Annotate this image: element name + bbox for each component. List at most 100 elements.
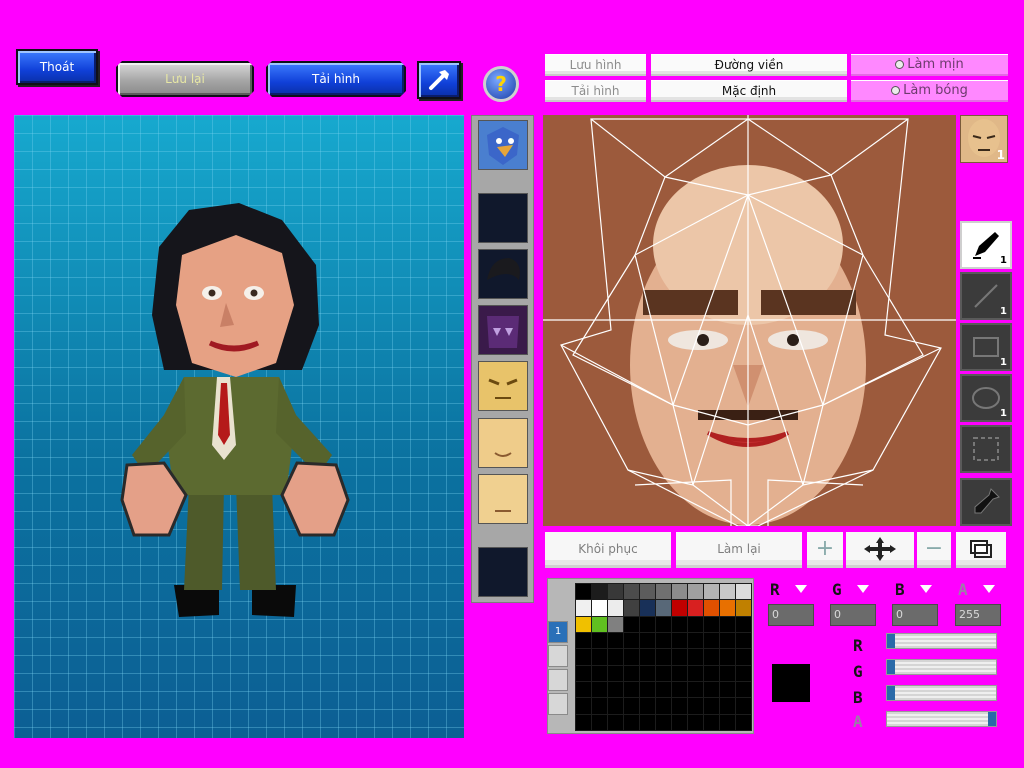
palette-swatch[interactable] [671,664,688,683]
palette-swatch[interactable] [735,697,752,715]
rect-tool[interactable]: 1 [960,323,1012,371]
palette-tab-1[interactable]: 1 [548,621,568,643]
palette-swatch[interactable] [639,713,656,732]
texture-editor-canvas[interactable] [543,115,956,526]
palette-swatch[interactable] [655,713,672,732]
palette-swatch[interactable] [687,599,704,617]
a-value-field[interactable]: 255 [955,604,1001,626]
palette-swatch[interactable] [687,648,704,666]
palette-swatch[interactable] [671,697,688,715]
g-value-field[interactable]: 0 [830,604,876,626]
thumb-face-1[interactable] [478,361,528,411]
palette-swatch[interactable] [607,582,624,601]
load-button[interactable]: Tải hình [266,61,406,97]
palette-swatch[interactable] [575,664,592,683]
palette-swatch[interactable] [623,599,640,617]
palette-swatch[interactable] [735,615,752,634]
thumb-hair[interactable] [478,249,528,299]
palette-swatch[interactable] [687,680,704,699]
palette-swatch[interactable] [639,664,656,683]
palette-swatch[interactable] [591,680,608,699]
part-badge[interactable]: 1 [960,115,1008,163]
palette-swatch[interactable] [671,648,688,666]
palette-swatch[interactable] [591,631,608,650]
palette-swatch[interactable] [639,631,656,650]
palette-swatch[interactable] [687,713,704,732]
r-slider[interactable] [886,633,997,649]
restore-button[interactable]: Khôi phục [545,532,671,568]
palette-swatch[interactable] [719,582,736,601]
smooth-toggle[interactable]: Làm mịn [851,54,1008,76]
palette-swatch[interactable] [735,631,752,650]
palette-swatch[interactable] [623,615,640,634]
palette-swatch[interactable] [703,599,720,617]
palette-swatch[interactable] [623,713,640,732]
palette-swatch[interactable] [623,697,640,715]
hammer-button[interactable] [417,61,461,99]
palette-swatch[interactable] [671,599,688,617]
palette-swatch[interactable] [671,615,688,634]
palette-swatch[interactable] [607,648,624,666]
palette-swatch[interactable] [703,582,720,601]
thumb-empty-1[interactable] [478,193,528,243]
select-tool[interactable] [960,425,1012,473]
palette-swatch[interactable] [575,680,592,699]
palette-swatch[interactable] [607,697,624,715]
palette-swatch[interactable] [575,615,592,634]
palette-swatch[interactable] [687,615,704,634]
palette-swatch[interactable] [671,631,688,650]
palette-swatch[interactable] [575,713,592,732]
palette-swatch[interactable] [719,664,736,683]
palette-swatch[interactable] [655,631,672,650]
palette-swatch[interactable] [719,713,736,732]
palette-swatch[interactable] [703,664,720,683]
exit-button[interactable]: Thoát [16,49,98,85]
palette-swatch[interactable] [623,680,640,699]
line-tool[interactable]: 1 [960,272,1012,320]
palette-swatch[interactable] [575,582,592,601]
palette-swatch[interactable] [703,713,720,732]
palette-swatch[interactable] [671,582,688,601]
palette-swatch[interactable] [591,582,608,601]
thumb-mask[interactable] [478,305,528,355]
palette-swatch[interactable] [591,664,608,683]
palette-swatch[interactable] [655,697,672,715]
palette-swatch[interactable] [575,697,592,715]
palette-swatch[interactable] [607,713,624,732]
layer-button[interactable] [956,532,1006,568]
palette-swatch[interactable] [607,615,624,634]
g-slider-knob[interactable] [887,660,895,674]
r-dropdown-icon[interactable] [795,585,807,593]
palette-swatch[interactable] [623,648,640,666]
b-slider[interactable] [886,685,997,701]
palette-swatch[interactable] [719,615,736,634]
thumb-face-3[interactable] [478,474,528,524]
palette-swatch[interactable] [719,631,736,650]
shade-toggle[interactable]: Làm bóng [851,80,1008,102]
palette-swatch[interactable] [735,664,752,683]
palette-swatch[interactable] [575,599,592,617]
thumb-face-2[interactable] [478,418,528,468]
palette-swatch[interactable] [687,697,704,715]
b-slider-knob[interactable] [887,686,895,700]
a-slider[interactable] [886,711,997,727]
palette-swatch[interactable] [719,697,736,715]
eyedropper-tool[interactable] [960,478,1012,526]
palette-swatch[interactable] [671,713,688,732]
r-slider-knob[interactable] [887,634,895,648]
palette-swatch[interactable] [719,648,736,666]
palette-swatch[interactable] [719,599,736,617]
palette-swatch[interactable] [703,648,720,666]
move-button[interactable] [846,532,914,568]
palette-swatch[interactable] [655,615,672,634]
palette-swatch[interactable] [591,615,608,634]
palette-swatch[interactable] [735,582,752,601]
palette-swatch[interactable] [655,648,672,666]
palette-swatch[interactable] [607,631,624,650]
ellipse-tool[interactable]: 1 [960,374,1012,422]
save-button[interactable]: Lưu lại [116,61,254,97]
palette-swatch[interactable] [591,599,608,617]
g-dropdown-icon[interactable] [857,585,869,593]
a-dropdown-icon[interactable] [983,585,995,593]
palette-swatch[interactable] [703,680,720,699]
